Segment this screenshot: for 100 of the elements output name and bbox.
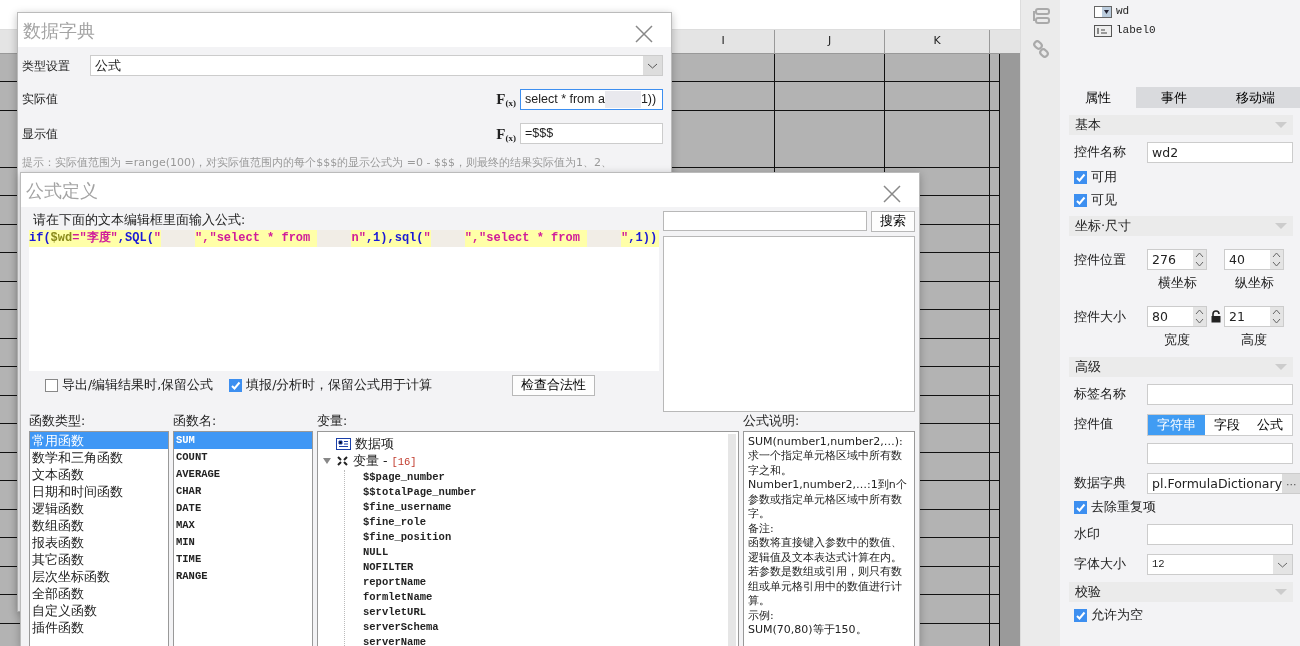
type-dropdown[interactable]: 公式	[90, 55, 663, 76]
dataset-icon	[336, 438, 351, 451]
checkbox-label: 填报/分析时，保留公式用于计算	[246, 375, 433, 394]
more-button[interactable]: ···	[1282, 473, 1300, 493]
scrollbar[interactable]	[728, 433, 736, 646]
layout-icon[interactable]	[1030, 8, 1051, 24]
list-item[interactable]: AVERAGE	[174, 465, 312, 483]
description-text: 备注:	[748, 521, 775, 537]
formula-editor[interactable]: if($wd="李度",SQL(" ","select * from n",1),sql(" ","select * from ",1))	[29, 229, 659, 371]
section-header[interactable]: 基本	[1069, 115, 1293, 135]
tree-item[interactable]: $$totalPage_number	[363, 484, 726, 500]
tree-item[interactable]: $fine_username	[363, 499, 726, 515]
list-item[interactable]: 插件函数	[30, 618, 168, 636]
list-item[interactable]: COUNT	[174, 448, 312, 466]
tree-item[interactable]: formletName	[363, 589, 726, 605]
number-field[interactable]: 21	[1224, 305, 1284, 327]
number-field[interactable]: 40	[1224, 249, 1284, 270]
formula-field[interactable]: select * from a 1))	[520, 88, 663, 110]
list-heading: 函数名:	[173, 412, 218, 430]
variable-icon	[336, 455, 349, 468]
description-text: Number1,number2,…:1到n个参数或指定单元格区域中所有数字。	[748, 478, 908, 522]
checkbox[interactable]	[45, 378, 58, 392]
list-item[interactable]: MAX	[174, 516, 312, 534]
list-item[interactable]: 自定义函数	[30, 601, 168, 619]
text-field[interactable]: wd2	[1147, 142, 1293, 163]
dropdown-field[interactable]: 12	[1147, 553, 1293, 575]
widget-name[interactable]: label0	[1116, 22, 1156, 39]
list-item[interactable]: 逻辑函数	[30, 499, 168, 517]
tree-item[interactable]: serverSchema	[363, 619, 726, 635]
list-item[interactable]: 文本函数	[30, 465, 168, 483]
description-text: SUM(70,80)等于150。	[748, 623, 868, 638]
segment-option[interactable]: 字段	[1204, 414, 1249, 435]
formula-label[interactable]: F$_{(x)}$	[496, 122, 516, 145]
list-item[interactable]: 数学和三角函数	[30, 448, 168, 466]
panel-tab[interactable]: 移动端	[1211, 87, 1300, 108]
tree-item[interactable]: servletURL	[363, 604, 726, 620]
spinner-arrows-icon[interactable]	[1270, 306, 1283, 326]
list-item[interactable]: 全部函数	[30, 584, 168, 602]
widget-name[interactable]: wd	[1116, 3, 1130, 20]
list-item[interactable]: 日期和时间函数	[30, 482, 168, 500]
list-heading: 函数类型:	[29, 412, 87, 430]
list-item[interactable]: DATE	[174, 499, 312, 517]
text-field[interactable]	[1147, 523, 1293, 545]
check-validity-button[interactable]: 检查合法性	[512, 374, 596, 396]
list-item[interactable]: 报表函数	[30, 533, 168, 551]
text-field[interactable]	[1147, 442, 1293, 464]
field-caption: 宽度	[1164, 330, 1190, 349]
search-field[interactable]	[663, 211, 867, 231]
tree-item[interactable]: $$page_number	[363, 469, 726, 485]
checkbox[interactable]	[1074, 609, 1087, 622]
chevron-down-icon[interactable]	[1273, 554, 1292, 574]
description-text: 函数将直接键入参数中的数值、逻辑值及文本表达式计算在内。若参数是数组或引用，则只有数组或单元格引用中的数值进行计算。	[748, 536, 903, 609]
tree-item[interactable]: 数据项	[355, 434, 394, 454]
field-caption: 纵坐标	[1234, 274, 1274, 292]
tree-item[interactable]: NULL	[363, 544, 726, 560]
checkbox[interactable]	[1074, 170, 1087, 184]
number-field[interactable]: 80	[1147, 305, 1207, 327]
tree-item[interactable]: NOFILTER	[363, 559, 726, 575]
formula-label[interactable]: F$_{(x)}$	[496, 88, 516, 111]
tree-item[interactable]: serverName	[363, 634, 726, 646]
chevron-down-icon[interactable]	[643, 56, 662, 75]
checkbox[interactable]	[1074, 193, 1087, 207]
list-item[interactable]: 其它函数	[30, 550, 168, 568]
spinner-arrows-icon[interactable]	[1270, 250, 1283, 269]
tree-item[interactable]: $fine_role	[363, 514, 726, 530]
list-item[interactable]: CHAR	[174, 482, 312, 500]
section-title: 高级	[1075, 357, 1101, 376]
field-label: 控件值	[1074, 415, 1114, 434]
list-item[interactable]: 数组函数	[30, 516, 168, 534]
checkbox[interactable]	[1074, 501, 1087, 514]
section-header[interactable]: 坐标·尺寸	[1069, 216, 1293, 236]
checkbox-label: 可用	[1091, 167, 1117, 186]
list-item[interactable]: RANGE	[174, 567, 312, 585]
list-item[interactable]: 层次坐标函数	[30, 567, 168, 585]
number-field[interactable]: 276	[1147, 249, 1207, 270]
segment-option[interactable]: 公式	[1248, 414, 1292, 435]
checkbox[interactable]	[229, 378, 243, 392]
padlock-icon[interactable]	[1210, 309, 1221, 323]
column-header[interactable]: K	[885, 30, 990, 53]
column-header[interactable]: J	[775, 30, 885, 53]
checkbox-label: 去除重复项	[1091, 498, 1156, 517]
list-item[interactable]: MIN	[174, 533, 312, 551]
field-label: 显示值	[22, 125, 59, 143]
section-header[interactable]: 校验	[1069, 581, 1293, 602]
dictionary-field[interactable]: pl.FormulaDictionary ···	[1147, 472, 1300, 494]
spinner-arrows-icon[interactable]	[1193, 250, 1206, 269]
link-icon[interactable]	[1031, 40, 1050, 58]
list-item[interactable]: TIME	[174, 550, 312, 568]
field-caption: 横坐标	[1157, 274, 1197, 292]
section-header[interactable]: 高级	[1069, 356, 1293, 377]
tree-item[interactable]: reportName	[363, 574, 726, 590]
text-field[interactable]	[1147, 383, 1293, 405]
panel-tab[interactable]: 事件	[1135, 87, 1212, 108]
search-button[interactable]: 搜索	[871, 211, 915, 232]
field-label: 水印	[1074, 524, 1101, 543]
tree-item[interactable]: $fine_position	[363, 529, 726, 545]
dialog-title: 数据字典	[23, 18, 95, 43]
expand-toggle-icon[interactable]	[322, 457, 332, 466]
formula-field[interactable]: =$$$	[520, 123, 663, 145]
tree-item[interactable]: 变量 - [16]	[353, 451, 417, 471]
